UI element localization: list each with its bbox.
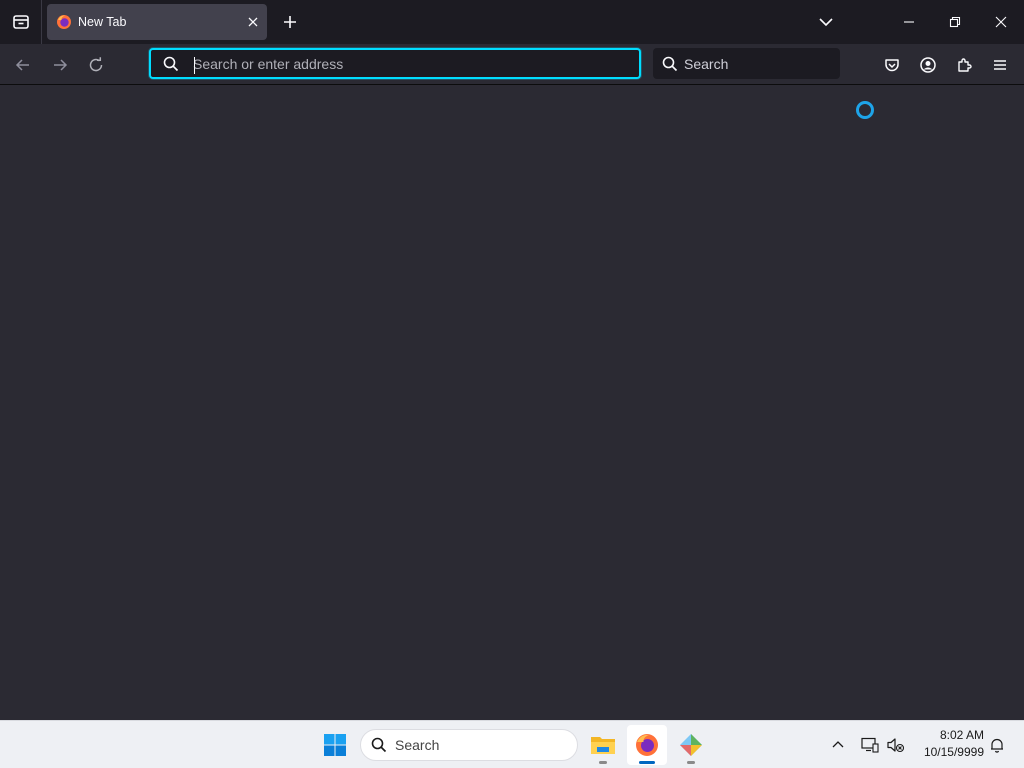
windows-logo-icon bbox=[324, 734, 346, 756]
app-running-indicator bbox=[599, 761, 607, 764]
restore-icon bbox=[949, 16, 961, 28]
taskbar-file-explorer[interactable] bbox=[583, 725, 623, 765]
navigation-toolbar bbox=[0, 44, 1024, 85]
tab-strip: New Tab bbox=[0, 0, 1024, 44]
pocket-button[interactable] bbox=[877, 50, 907, 80]
reload-button[interactable] bbox=[81, 50, 111, 80]
folder-icon bbox=[591, 737, 615, 754]
close-icon bbox=[995, 16, 1007, 28]
notifications-button[interactable] bbox=[983, 729, 1011, 761]
account-button[interactable] bbox=[913, 50, 943, 80]
minimize-button[interactable] bbox=[886, 0, 932, 44]
minimize-icon bbox=[904, 21, 914, 23]
start-button[interactable] bbox=[318, 727, 352, 763]
forward-button[interactable] bbox=[45, 50, 75, 80]
app-installer-icon bbox=[680, 734, 702, 756]
back-button[interactable] bbox=[8, 50, 38, 80]
hamburger-menu-icon bbox=[994, 60, 1006, 70]
list-all-tabs-button[interactable] bbox=[812, 8, 840, 36]
extensions-icon bbox=[958, 58, 972, 72]
clock-time: 8:02 AM bbox=[939, 728, 984, 742]
app-active-indicator bbox=[639, 761, 655, 764]
taskbar-search-box[interactable]: Search bbox=[360, 729, 578, 761]
taskbar-search-label: Search bbox=[395, 737, 440, 753]
taskbar-firefox[interactable] bbox=[627, 725, 667, 765]
firefox-logo-icon bbox=[636, 734, 658, 756]
clock-date: 10/15/9999 bbox=[923, 745, 984, 759]
search-bar[interactable] bbox=[653, 48, 840, 79]
network-status-button[interactable] bbox=[856, 729, 884, 761]
firefox-view-button[interactable] bbox=[0, 0, 42, 44]
loading-spinner-icon bbox=[856, 101, 874, 119]
volume-muted-icon bbox=[887, 738, 905, 753]
reload-icon bbox=[89, 57, 103, 72]
forward-arrow-icon bbox=[54, 59, 68, 71]
bell-icon bbox=[991, 738, 1003, 753]
windows-taskbar: Search 8:02 AM 10/15/9999 bbox=[0, 720, 1024, 768]
firefox-logo-icon bbox=[57, 15, 71, 29]
tab-title: New Tab bbox=[78, 15, 127, 29]
search-icon bbox=[371, 737, 387, 753]
plus-icon bbox=[284, 16, 296, 28]
taskbar-app-installer[interactable] bbox=[671, 725, 711, 765]
display-network-icon bbox=[861, 737, 879, 753]
taskbar-clock[interactable]: 8:02 AM 10/15/9999 bbox=[914, 727, 984, 761]
back-arrow-icon bbox=[15, 59, 29, 71]
text-caret bbox=[194, 57, 195, 74]
url-input[interactable] bbox=[193, 55, 613, 72]
page-content bbox=[0, 85, 1024, 720]
extensions-button[interactable] bbox=[949, 50, 979, 80]
app-running-indicator bbox=[687, 761, 695, 764]
chevron-down-icon bbox=[819, 18, 833, 27]
restore-button[interactable] bbox=[932, 0, 978, 44]
search-input[interactable] bbox=[684, 55, 834, 72]
app-menu-button[interactable] bbox=[985, 50, 1015, 80]
show-hidden-icons-button[interactable] bbox=[824, 729, 852, 761]
close-window-button[interactable] bbox=[978, 0, 1024, 44]
firefox-view-icon bbox=[12, 15, 29, 29]
pocket-icon bbox=[885, 59, 899, 72]
url-bar[interactable] bbox=[149, 48, 641, 79]
account-icon bbox=[920, 57, 936, 73]
close-icon bbox=[248, 17, 258, 27]
tab-new-tab[interactable]: New Tab bbox=[47, 4, 267, 40]
search-icon bbox=[163, 56, 179, 71]
search-icon bbox=[662, 56, 678, 71]
volume-button[interactable] bbox=[882, 729, 910, 761]
tab-close-button[interactable] bbox=[239, 8, 267, 36]
new-tab-button[interactable] bbox=[276, 8, 304, 36]
chevron-up-icon bbox=[832, 741, 844, 748]
